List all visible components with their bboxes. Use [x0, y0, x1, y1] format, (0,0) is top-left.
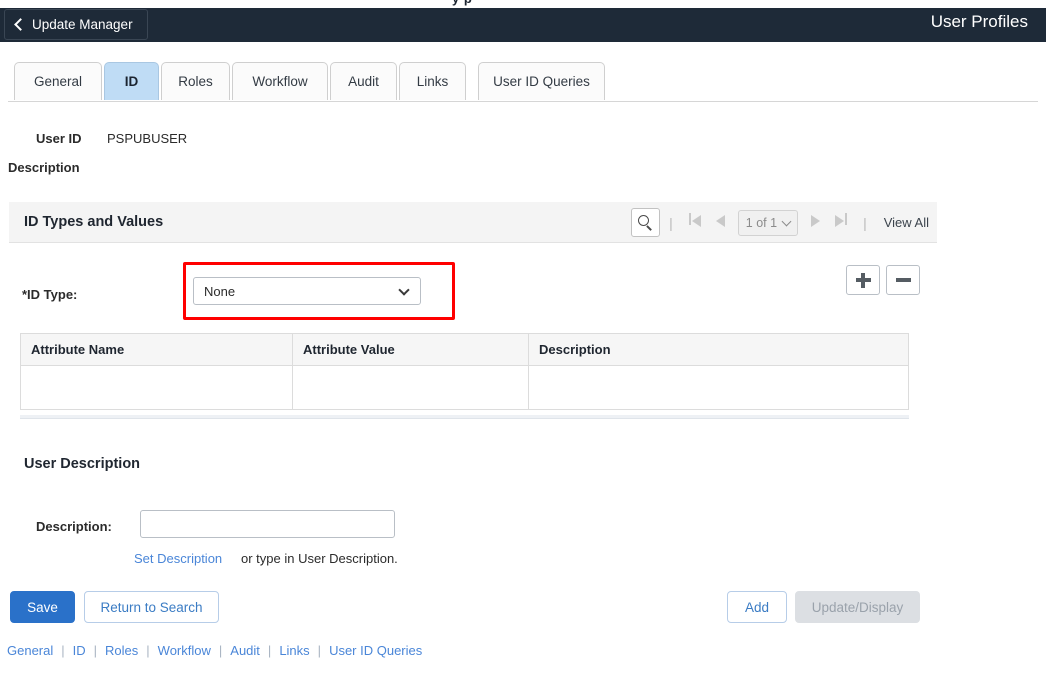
tab-label: Workflow	[252, 74, 308, 89]
id-type-label: *ID Type:	[22, 287, 78, 302]
footer-link-id[interactable]: ID	[73, 643, 86, 658]
minus-icon	[895, 278, 911, 282]
footer-link-links[interactable]: Links	[279, 643, 309, 658]
id-types-section-header: ID Types and Values | 1 of 1 | View All	[9, 202, 937, 243]
back-button-label: Update Manager	[32, 17, 133, 32]
user-description-hint: or type in User Description.	[241, 551, 398, 566]
column-description: Description	[528, 333, 909, 366]
add-row-button[interactable]	[846, 265, 880, 295]
save-button[interactable]: Save	[10, 591, 75, 623]
footer-link-roles[interactable]: Roles	[105, 643, 138, 658]
view-all-link[interactable]: View All	[876, 215, 929, 230]
set-description-link[interactable]: Set Description	[134, 551, 222, 566]
grid-navigation-toolbar: | 1 of 1 | View All	[631, 208, 929, 237]
tab-label: General	[33, 74, 83, 89]
tab-label: ID	[124, 74, 139, 89]
update-display-button: Update/Display	[795, 591, 920, 623]
next-page-icon[interactable]	[802, 214, 828, 232]
table-row[interactable]	[20, 365, 909, 410]
search-icon	[638, 215, 653, 231]
add-button[interactable]: Add	[727, 591, 787, 623]
footer-separator: |	[146, 643, 150, 658]
footer-link-general[interactable]: General	[7, 643, 53, 658]
search-button[interactable]	[631, 208, 661, 237]
user-description-title: User Description	[24, 456, 141, 472]
footer-separator: |	[317, 643, 322, 658]
chevron-down-icon	[781, 216, 792, 226]
description-label: Description	[8, 160, 80, 175]
footer-link-workflow[interactable]: Workflow	[158, 643, 211, 658]
cell-attribute-name[interactable]	[20, 365, 293, 410]
tab-id[interactable]: ID	[104, 62, 159, 100]
tab-bar-rule	[8, 101, 1038, 102]
footer-link-user-id-queries[interactable]: User ID Queries	[329, 643, 422, 658]
footer-separator: |	[61, 643, 65, 658]
toolbar-separator: |	[669, 214, 673, 231]
table-bottom-edge	[20, 415, 909, 419]
tab-links[interactable]: Links	[399, 62, 466, 100]
footer-link-audit[interactable]: Audit	[230, 643, 260, 658]
back-to-update-manager-button[interactable]: Update Manager	[4, 9, 148, 40]
tab-label: Roles	[178, 74, 213, 89]
tab-bar: General ID Roles Workflow Audit Links Us…	[0, 62, 1046, 102]
previous-page-icon[interactable]	[708, 214, 734, 232]
cell-description[interactable]	[528, 365, 909, 410]
app-header: Update Manager User Profiles	[0, 8, 1046, 42]
user-description-input[interactable]	[140, 510, 395, 538]
tab-general[interactable]: General	[14, 62, 102, 100]
column-attribute-name: Attribute Name	[20, 333, 293, 366]
top-clipped-text: y p	[0, 0, 1046, 8]
footer-separator: |	[218, 643, 223, 658]
column-attribute-value: Attribute Value	[292, 333, 529, 366]
cell-attribute-value[interactable]	[292, 365, 529, 410]
footer-separator: |	[93, 643, 98, 658]
user-description-label: Description:	[36, 519, 112, 534]
toolbar-separator-2: |	[863, 214, 867, 231]
user-id-value: PSPUBUSER	[107, 131, 188, 146]
page-selector-dropdown[interactable]: 1 of 1	[737, 209, 799, 236]
tab-audit[interactable]: Audit	[330, 62, 397, 100]
page-title: User Profiles	[930, 12, 1028, 31]
tab-roles[interactable]: Roles	[161, 62, 230, 100]
return-to-search-button[interactable]: Return to Search	[84, 591, 219, 623]
plus-icon	[855, 272, 871, 288]
id-type-select[interactable]: None	[193, 277, 421, 305]
tab-label: User ID Queries	[493, 74, 590, 89]
user-id-label: User ID	[36, 131, 82, 146]
tab-label: Audit	[348, 74, 379, 89]
remove-row-button[interactable]	[886, 265, 920, 295]
clipped-text-fragment: y p	[452, 0, 472, 6]
table-header-row: Attribute Name Attribute Value Descripti…	[20, 333, 909, 366]
footer-separator: |	[267, 643, 272, 658]
chevron-left-icon	[14, 18, 27, 31]
page-selector-label: 1 of 1	[745, 215, 778, 230]
tab-label: Links	[416, 74, 449, 89]
tab-workflow[interactable]: Workflow	[232, 62, 328, 100]
section-title: ID Types and Values	[24, 214, 164, 230]
attributes-table: Attribute Name Attribute Value Descripti…	[20, 333, 909, 410]
footer-links: General | ID | Roles | Workflow | Audit …	[7, 643, 422, 658]
first-page-icon[interactable]	[682, 213, 708, 232]
last-page-icon[interactable]	[828, 213, 854, 232]
tab-user-id-queries[interactable]: User ID Queries	[478, 62, 605, 100]
